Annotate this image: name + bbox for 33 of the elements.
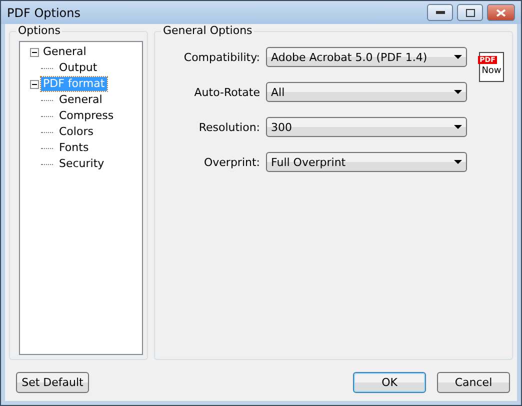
close-button[interactable] bbox=[487, 4, 515, 21]
collapse-icon[interactable] bbox=[30, 48, 39, 56]
tree-item[interactable]: Compress bbox=[57, 109, 116, 123]
tree-item[interactable]: Fonts bbox=[57, 141, 91, 155]
maximize-button[interactable] bbox=[457, 4, 483, 21]
tree-item[interactable]: Output bbox=[57, 61, 100, 75]
close-icon bbox=[496, 8, 506, 16]
field-label: Compatibility: bbox=[182, 50, 260, 64]
tree-item[interactable]: General bbox=[41, 45, 88, 59]
dropdown[interactable]: Full Overprint bbox=[266, 152, 467, 172]
minimize-button[interactable] bbox=[427, 4, 453, 21]
group-title: General Options bbox=[161, 24, 254, 37]
tree-item[interactable]: General bbox=[57, 93, 104, 107]
dropdown[interactable]: 300 bbox=[266, 117, 467, 137]
minimize-icon bbox=[436, 11, 444, 14]
collapse-icon[interactable] bbox=[30, 80, 39, 88]
dropdown-arrow-icon bbox=[454, 90, 462, 94]
ok-button[interactable]: OK bbox=[353, 372, 426, 393]
tree-item[interactable]: Colors bbox=[57, 125, 96, 139]
dropdown-arrow-icon bbox=[454, 160, 462, 164]
dropdown-arrow-icon bbox=[454, 55, 462, 59]
field-label: Resolution: bbox=[198, 120, 260, 134]
set-default-button[interactable]: Set Default bbox=[16, 372, 89, 393]
maximize-icon bbox=[466, 8, 474, 16]
window-title: PDF Options bbox=[7, 6, 82, 20]
cancel-button[interactable]: Cancel bbox=[437, 372, 510, 393]
dropdown[interactable]: Adobe Acrobat 5.0 (PDF 1.4) bbox=[266, 47, 467, 67]
tree-item[interactable]: Security bbox=[57, 157, 106, 171]
dropdown[interactable]: All bbox=[266, 82, 467, 102]
field-label: Auto-Rotate bbox=[193, 86, 260, 98]
dropdown-arrow-icon bbox=[454, 125, 462, 129]
field-label: Overprint: bbox=[202, 156, 260, 168]
group-title: Options bbox=[16, 24, 62, 37]
